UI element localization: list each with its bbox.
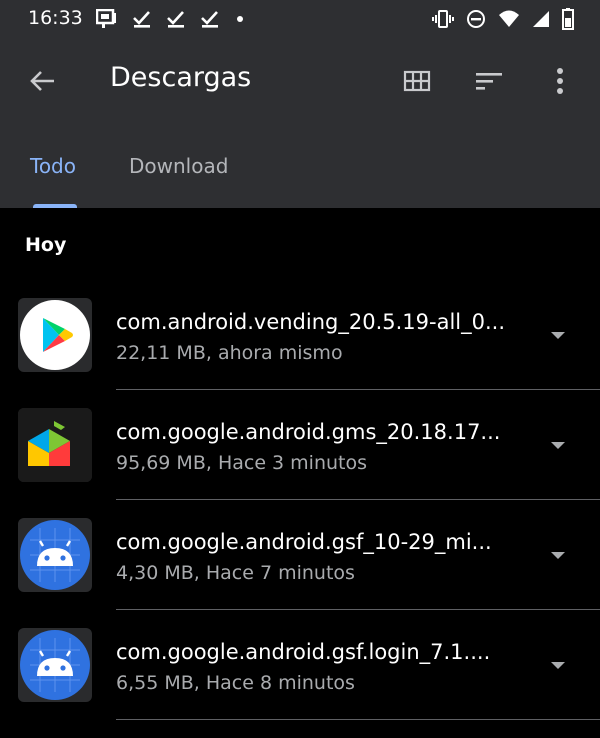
chevron-down-icon[interactable] xyxy=(548,658,568,672)
file-meta: 22,11 MB, ahora mismo xyxy=(116,342,343,364)
list-item[interactable]: com.google.android.gsf_10-29_mi... 4,30 … xyxy=(0,518,600,628)
divider xyxy=(116,389,600,390)
status-left-icons xyxy=(96,9,246,29)
dot-icon xyxy=(234,9,246,29)
file-list: com.android.vending_20.5.19-all_0... 22,… xyxy=(0,298,600,738)
vibrate-icon xyxy=(432,9,454,29)
tab-todo[interactable]: Todo xyxy=(30,154,76,178)
signal-icon xyxy=(532,9,550,29)
chevron-down-icon[interactable] xyxy=(548,328,568,342)
do-not-disturb-icon xyxy=(466,9,486,29)
file-name: com.google.android.gsf_10-29_mi... xyxy=(116,530,492,554)
grid-view-icon[interactable] xyxy=(402,66,432,96)
file-meta: 6,55 MB, Hace 8 minutos xyxy=(116,672,355,694)
tab-bar: Todo Download xyxy=(0,124,600,208)
status-bar: 16:33 xyxy=(0,0,600,36)
android-icon xyxy=(18,628,92,702)
sort-icon[interactable] xyxy=(474,66,504,96)
notification-icon xyxy=(96,9,118,29)
play-store-icon xyxy=(18,298,92,372)
check-icon xyxy=(166,9,186,29)
list-item[interactable]: com.android.vending_20.5.19-all_0... 22,… xyxy=(0,298,600,408)
more-vert-icon[interactable] xyxy=(548,64,572,98)
wifi-icon xyxy=(498,9,520,29)
divider xyxy=(116,719,600,720)
check-icon xyxy=(132,9,152,29)
tab-indicator xyxy=(33,204,77,208)
list-item[interactable]: com.google.android.gms_20.18.17... 95,69… xyxy=(0,408,600,518)
status-time: 16:33 xyxy=(28,7,83,29)
check-icon xyxy=(200,9,220,29)
status-right-icons xyxy=(432,8,574,30)
file-meta: 4,30 MB, Hace 7 minutos xyxy=(116,562,355,584)
file-meta: 95,69 MB, Hace 3 minutos xyxy=(116,452,368,474)
divider xyxy=(116,499,600,500)
page-title: Descargas xyxy=(110,62,252,93)
section-header: Hoy xyxy=(25,234,67,256)
play-services-icon xyxy=(18,408,92,482)
divider xyxy=(116,609,600,610)
file-name: com.google.android.gms_20.18.17... xyxy=(116,420,501,444)
chevron-down-icon[interactable] xyxy=(548,548,568,562)
battery-icon xyxy=(562,8,574,30)
list-item[interactable]: com.google.android.gsf.login_7.1.... 6,5… xyxy=(0,628,600,738)
chevron-down-icon[interactable] xyxy=(548,438,568,452)
app-bar: Descargas xyxy=(0,36,600,124)
file-name: com.android.vending_20.5.19-all_0... xyxy=(116,310,506,334)
tab-download[interactable]: Download xyxy=(129,154,228,178)
file-name: com.google.android.gsf.login_7.1.... xyxy=(116,640,491,664)
back-arrow-icon[interactable] xyxy=(28,66,58,96)
android-icon xyxy=(18,518,92,592)
